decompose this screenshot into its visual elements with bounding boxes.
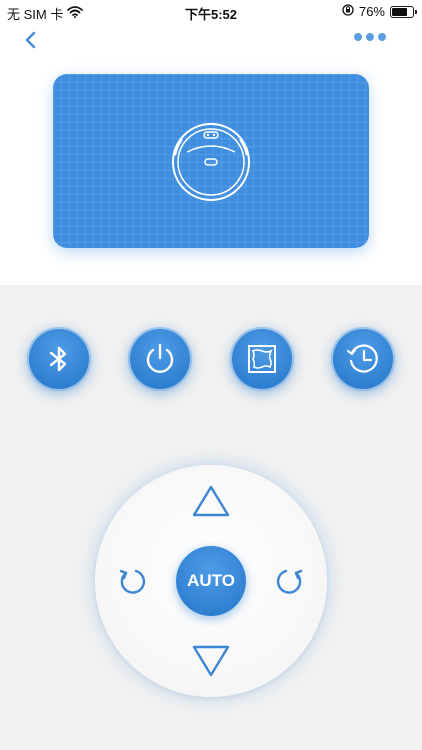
battery-level-fill bbox=[392, 7, 408, 16]
rotate-right-button[interactable] bbox=[271, 563, 307, 599]
edge-clean-icon bbox=[248, 345, 276, 373]
arrow-down-icon bbox=[192, 645, 230, 677]
bluetooth-button[interactable] bbox=[27, 327, 91, 391]
edge-clean-button[interactable] bbox=[230, 327, 294, 391]
more-dot bbox=[354, 33, 362, 41]
forward-button[interactable] bbox=[191, 483, 231, 519]
rotate-left-icon bbox=[119, 569, 146, 594]
direction-pad: AUTO bbox=[95, 465, 327, 697]
backward-button[interactable] bbox=[191, 643, 231, 679]
arrow-up-icon bbox=[192, 485, 230, 517]
auto-clean-button[interactable]: AUTO bbox=[176, 546, 246, 616]
battery-icon bbox=[390, 5, 417, 18]
back-button[interactable] bbox=[20, 28, 42, 52]
rotate-right-icon bbox=[276, 569, 303, 594]
more-dot bbox=[378, 33, 386, 41]
power-button[interactable] bbox=[128, 327, 192, 391]
robot-vacuum-icon bbox=[172, 123, 250, 201]
status-bar: 无 SIM 卡 下午5:52 76% bbox=[0, 0, 422, 24]
battery-percent: 76% bbox=[358, 4, 385, 19]
rotate-left-button[interactable] bbox=[115, 563, 151, 599]
orientation-lock-icon bbox=[342, 4, 354, 19]
more-dot bbox=[366, 33, 374, 41]
more-button[interactable] bbox=[354, 33, 386, 41]
robot-status-card bbox=[53, 74, 369, 248]
schedule-button[interactable] bbox=[331, 327, 395, 391]
status-right: 76% bbox=[342, 4, 417, 19]
bluetooth-icon bbox=[49, 346, 67, 372]
schedule-history-icon bbox=[346, 344, 378, 373]
auto-label: AUTO bbox=[187, 571, 235, 590]
power-icon bbox=[146, 343, 174, 373]
chevron-left-icon bbox=[25, 31, 36, 49]
